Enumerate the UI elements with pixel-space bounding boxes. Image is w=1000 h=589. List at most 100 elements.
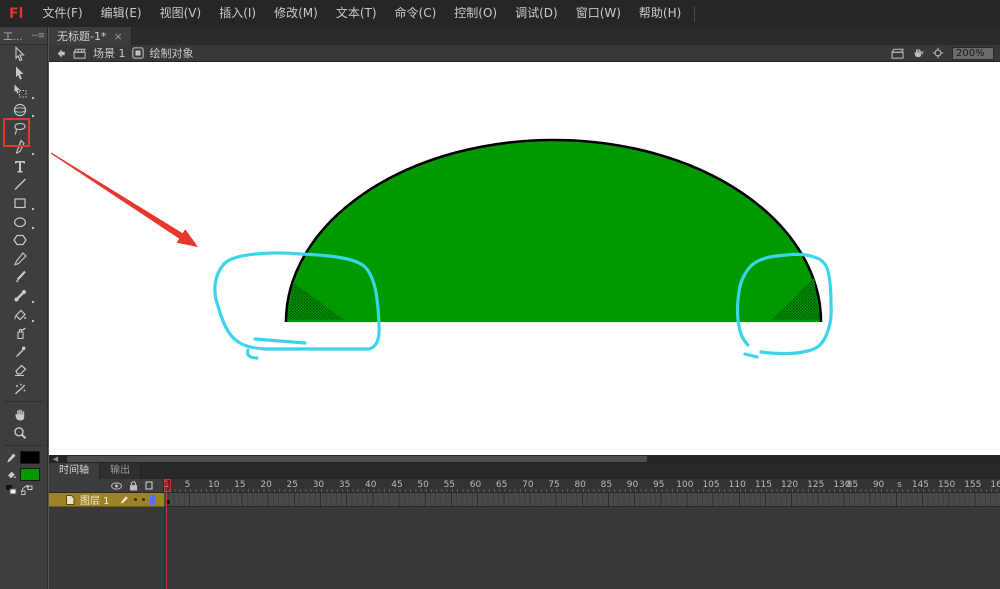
menu-window[interactable]: 窗口(W) bbox=[567, 0, 630, 27]
ink-bottle-tool[interactable] bbox=[3, 324, 37, 343]
frame-ruler[interactable]: 1510152025303540455055606570758085909510… bbox=[164, 479, 1000, 493]
bone-tool[interactable] bbox=[3, 287, 37, 306]
work-area: 无标题-1* × 场景 1 绘制对象 ▾ ▾ 200% ◀ 时间轴 输出 5 1… bbox=[48, 27, 1000, 589]
tab-output[interactable]: 输出 bbox=[100, 463, 141, 479]
zoom-level-input[interactable] bbox=[952, 46, 994, 60]
ruler-label: 95 bbox=[652, 480, 665, 490]
menu-separator bbox=[694, 5, 696, 22]
tab-close-icon[interactable]: × bbox=[113, 30, 122, 43]
layer-outline-swatch[interactable] bbox=[149, 494, 155, 505]
flyout-dot bbox=[32, 96, 34, 99]
eyedropper-tool[interactable] bbox=[3, 343, 37, 362]
lasso-tail-left bbox=[253, 337, 307, 345]
text-icon bbox=[15, 160, 25, 173]
eyedropper-icon bbox=[15, 346, 26, 357]
ruler-label: 35 bbox=[338, 480, 351, 490]
rectangle-tool[interactable] bbox=[3, 194, 37, 213]
ruler-label: 10 bbox=[207, 480, 220, 490]
pencil-tool[interactable] bbox=[3, 250, 37, 269]
pencil-icon bbox=[14, 252, 27, 266]
ruler-label: 45 bbox=[391, 480, 403, 490]
default-colors-icon[interactable] bbox=[6, 485, 17, 495]
edit-bar: 场景 1 绘制对象 ▾ ▾ bbox=[49, 45, 1000, 62]
swap-colors-icon[interactable] bbox=[21, 485, 33, 496]
eye-icon[interactable] bbox=[111, 481, 122, 490]
green-dome-shape[interactable] bbox=[286, 140, 821, 322]
layer-info[interactable]: 图层 1 bbox=[49, 493, 164, 507]
menu-view[interactable]: 视图(V) bbox=[151, 0, 211, 27]
scene-clapperboard-icon[interactable] bbox=[73, 48, 87, 59]
menu-text[interactable]: 文本(T) bbox=[327, 0, 386, 27]
line-tool[interactable] bbox=[3, 175, 37, 194]
object-breadcrumb: 绘制对象 bbox=[149, 47, 194, 60]
brush-tool[interactable] bbox=[3, 268, 37, 287]
menu-insert[interactable]: 插入(I) bbox=[210, 0, 265, 27]
lasso-tool[interactable] bbox=[3, 119, 37, 138]
stroke-color-swatch[interactable] bbox=[20, 451, 40, 465]
hand-tool[interactable] bbox=[3, 405, 37, 424]
scroll-left-icon[interactable]: ◀ bbox=[51, 455, 60, 463]
ruler-label: 25 bbox=[286, 480, 298, 490]
paint-bucket-tool[interactable] bbox=[3, 305, 37, 324]
layer-name[interactable]: 图层 1 bbox=[80, 492, 110, 507]
menu-file[interactable]: 文件(F) bbox=[33, 0, 91, 27]
layer-row[interactable]: 图层 1 bbox=[49, 493, 1000, 507]
document-tab[interactable]: 无标题-1* × bbox=[49, 27, 132, 45]
panel-menu-icon[interactable]: −≡ bbox=[31, 31, 45, 41]
timeline-panel: 时间轴 输出 151015202530354045505560657075808… bbox=[49, 463, 1000, 589]
menu-debug[interactable]: 调试(D) bbox=[506, 0, 567, 27]
ruler-label: 40 bbox=[365, 480, 377, 490]
ink-bottle-icon bbox=[17, 327, 26, 340]
lasso-curl-left bbox=[245, 348, 259, 360]
layer-lock-dot[interactable] bbox=[141, 498, 145, 501]
stroke-color-control[interactable] bbox=[0, 449, 47, 466]
ruler-label: 100 bbox=[676, 480, 694, 490]
scrollbar-thumb[interactable] bbox=[67, 456, 647, 462]
free-transform-tool[interactable] bbox=[3, 82, 37, 101]
menu-edit[interactable]: 编辑(E) bbox=[92, 0, 151, 27]
ruler-label: 90 bbox=[872, 480, 885, 490]
fill-color-control[interactable] bbox=[0, 466, 47, 483]
text-tool[interactable] bbox=[3, 157, 37, 176]
fill-color-swatch[interactable] bbox=[20, 468, 40, 482]
pen-tool[interactable] bbox=[3, 138, 37, 157]
brush-icon bbox=[15, 271, 26, 283]
playhead-line[interactable] bbox=[166, 479, 167, 589]
lock-icon[interactable] bbox=[129, 480, 138, 491]
tools-panel: 工... −≡ bbox=[0, 27, 48, 589]
center-stage-icon[interactable] bbox=[932, 47, 944, 59]
stage-horizontal-scrollbar[interactable]: ◀ bbox=[49, 455, 1000, 463]
layer-frames-strip[interactable] bbox=[164, 493, 1000, 507]
tab-timeline[interactable]: 时间轴 bbox=[49, 463, 100, 479]
layer-visibility-dot[interactable] bbox=[133, 498, 137, 501]
rectangle-icon bbox=[14, 198, 26, 209]
selection-tool[interactable] bbox=[3, 45, 37, 64]
oval-tool[interactable] bbox=[3, 212, 37, 231]
menu-control[interactable]: 控制(O) bbox=[445, 0, 506, 27]
timeline-empty-area bbox=[49, 507, 1000, 589]
oval-icon bbox=[13, 216, 27, 227]
menu-commands[interactable]: 命令(C) bbox=[386, 0, 446, 27]
menu-help[interactable]: 帮助(H) bbox=[630, 0, 690, 27]
subselection-tool[interactable] bbox=[3, 64, 37, 83]
eraser-tool[interactable] bbox=[3, 361, 37, 380]
ruler-label: 75 bbox=[548, 480, 560, 490]
scene-breadcrumb[interactable]: 场景 1 bbox=[93, 45, 126, 61]
outline-mode-icon[interactable] bbox=[145, 481, 153, 490]
stage-canvas[interactable] bbox=[49, 62, 1000, 455]
tools-panel-header[interactable]: 工... −≡ bbox=[0, 27, 47, 45]
polystar-tool[interactable] bbox=[3, 231, 37, 250]
deco-tool[interactable] bbox=[3, 380, 37, 399]
zoom-tool[interactable] bbox=[3, 424, 37, 443]
chevron-down-icon: ▾ bbox=[920, 49, 924, 57]
paint-bucket-icon bbox=[14, 309, 27, 320]
ruler-label: 85 bbox=[846, 480, 859, 490]
3d-rotation-tool[interactable] bbox=[3, 101, 37, 120]
document-tab-bar: 无标题-1* × bbox=[49, 27, 1000, 45]
flyout-dot bbox=[32, 319, 34, 322]
menu-modify[interactable]: 修改(M) bbox=[265, 0, 327, 27]
ruler-label: 125 bbox=[807, 480, 825, 490]
magnifier-icon bbox=[14, 427, 27, 440]
document-tab-title: 无标题-1* bbox=[57, 30, 107, 43]
back-arrow-icon[interactable] bbox=[55, 48, 67, 59]
